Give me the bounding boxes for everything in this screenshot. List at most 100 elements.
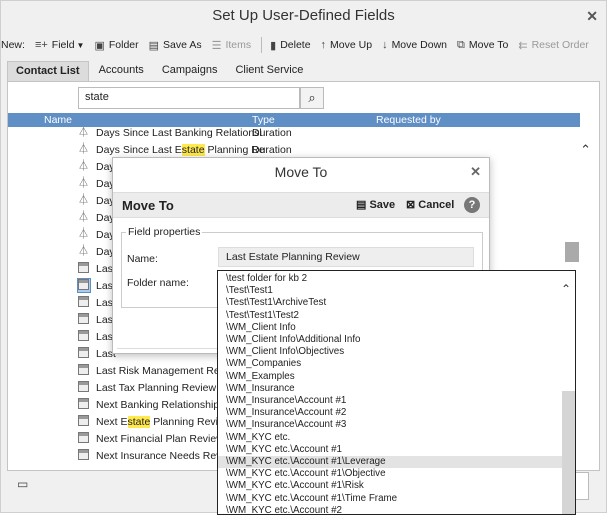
beaker-icon: ⏃	[78, 177, 89, 189]
arrow-down-icon: ↓	[382, 39, 388, 51]
folder-option[interactable]: \WM_Examples	[218, 371, 562, 383]
calendar-icon	[78, 364, 90, 377]
row-name: Days Since Last Estate Planning Re	[96, 144, 265, 156]
folder-option[interactable]: \WM_KYC etc.\Account #2	[218, 505, 562, 514]
calendar-icon	[77, 278, 91, 293]
help-icon[interactable]: ?	[464, 197, 480, 213]
folder-option[interactable]: \WM_KYC etc.\Account #1\Leverage	[218, 456, 562, 468]
beaker-icon: ⏃	[78, 127, 89, 138]
search-input[interactable]: state	[78, 87, 300, 109]
column-type[interactable]: Type	[252, 113, 275, 127]
table-row[interactable]: ⏃ Days Since Last Banking Relationsl Durat…	[8, 127, 580, 142]
folder-option[interactable]: \WM_Companies	[218, 358, 562, 370]
delete-button[interactable]: ▮ Delete	[270, 39, 310, 52]
dialog-cancel-button[interactable]: ⊠ Cancel	[406, 198, 454, 211]
folder-option[interactable]: \WM_KYC etc.\Account #1\Objective	[218, 468, 562, 480]
folder-option[interactable]: \WM_Client Info\Objectives	[218, 346, 562, 358]
new-label-text: New:	[1, 39, 25, 51]
search-highlight: state	[127, 416, 151, 428]
tab-client-service[interactable]: Client Service	[227, 61, 311, 81]
dialog-heading: Move To	[122, 198, 174, 213]
search-icon: ⌕	[308, 90, 316, 105]
beaker-icon: ⏃	[78, 160, 89, 172]
folder-option[interactable]: \WM_KYC etc.\Account #1\Time Frame	[218, 493, 562, 505]
row-name: Last Risk Management Revi	[96, 365, 227, 377]
toolbar: New: ≡+ Field ▼ ▣ Folder ▤ Save As ☰ Items ▮ D…	[1, 33, 606, 57]
beaker-icon: ⏃	[78, 211, 89, 223]
folder-option[interactable]: \Test\Test1\Test2	[218, 310, 562, 322]
beaker-icon: ⏃	[78, 245, 89, 257]
move-down-label: Move Down	[391, 39, 448, 51]
folder-option[interactable]: \test folder for kb 2	[218, 273, 562, 285]
preview-icon[interactable]: ▭	[17, 477, 28, 491]
folder-option[interactable]: \Test\Test1	[218, 285, 562, 297]
dialog-save-label: Save	[369, 199, 396, 211]
folder-option[interactable]: \WM_Insurance	[218, 383, 562, 395]
folder-option[interactable]: \WM_Client Info\Additional Info	[218, 334, 562, 346]
move-to-icon: ⧉	[457, 38, 465, 51]
calendar-icon	[78, 262, 90, 275]
folder-icon: ▣	[94, 39, 105, 52]
calendar-icon	[78, 432, 90, 445]
cancel-icon: ⊠	[406, 199, 416, 211]
calendar-icon	[78, 415, 90, 428]
row-name: Next Insurance Needs Revi	[96, 450, 224, 462]
folder-option[interactable]: \WM_Insurance\Account #2	[218, 407, 562, 419]
folder-option[interactable]: \WM_KYC etc.\Account #1\Risk	[218, 480, 562, 492]
move-to-button[interactable]: ⧉ Move To	[457, 39, 508, 52]
move-to-label: Move To	[468, 39, 509, 51]
name-field: Last Estate Planning Review	[218, 247, 474, 267]
row-name-text: Next E	[96, 416, 128, 428]
row-name-text: Next Banking Relationship I	[96, 399, 225, 411]
items-label: Items	[225, 39, 252, 51]
reset-order-button[interactable]: ⇇ Reset Order	[518, 39, 588, 52]
row-name-text: Days Since Last E	[96, 144, 182, 156]
folder-option[interactable]: \WM_Insurance\Account #3	[218, 419, 562, 431]
save-as-button[interactable]: ▤ Save As	[149, 39, 202, 52]
row-name-text: Days Since Last Banking Relationsl	[96, 127, 262, 139]
folder-option[interactable]: \Test\Test1\ArchiveTest	[218, 297, 562, 309]
close-icon[interactable]: ✕	[470, 164, 481, 180]
folder-option[interactable]: \WM_Insurance\Account #1	[218, 395, 562, 407]
folder-option[interactable]: \WM_KYC etc.	[218, 432, 562, 444]
column-name[interactable]: Name	[44, 113, 72, 127]
scrollbar-thumb[interactable]	[565, 242, 579, 262]
folder-dropdown-list[interactable]: \WM_KYC etc.\Account #2 \WM_KYC etc.\Acco…	[217, 270, 576, 515]
folder-name-label: Folder name:	[127, 277, 189, 289]
window-title: Set Up User-Defined Fields	[212, 7, 395, 24]
close-icon[interactable]: ✕	[586, 8, 598, 25]
tab-accounts[interactable]: Accounts	[91, 61, 152, 81]
search-button[interactable]: ⌕	[300, 87, 324, 109]
row-name-text: Next Financial Plan Review	[96, 433, 224, 445]
move-up-button[interactable]: ↑ Move Up	[321, 39, 373, 51]
row-name: Next Estate Planning Review	[96, 416, 231, 428]
reset-order-icon: ⇇	[518, 39, 528, 52]
name-label: Name:	[127, 253, 158, 265]
dialog-cancel-label: Cancel	[418, 199, 455, 211]
scroll-up-icon[interactable]: ⌃	[580, 142, 591, 158]
new-folder-button[interactable]: ▣ Folder	[94, 39, 138, 52]
row-type: Duration	[252, 127, 292, 139]
footer-control[interactable]	[575, 472, 589, 500]
grid-header: Name Type Requested by	[8, 113, 580, 127]
new-folder-label: Folder	[108, 39, 139, 51]
move-down-button[interactable]: ↓ Move Down	[382, 39, 447, 51]
chevron-up-icon[interactable]: ⌃	[561, 282, 571, 296]
dropdown-scrollbar[interactable]	[562, 391, 575, 514]
column-requested-by[interactable]: Requested by	[376, 113, 441, 127]
reset-order-label: Reset Order	[531, 39, 589, 51]
new-field-button[interactable]: ≡+ Field ▼	[35, 39, 85, 51]
items-button[interactable]: ☰ Items	[212, 39, 252, 52]
calendar-icon	[78, 296, 90, 309]
dialog-save-button[interactable]: ▤ Save	[356, 198, 395, 211]
calendar-icon	[78, 381, 90, 394]
tab-contact-list[interactable]: Contact List	[7, 61, 89, 81]
tab-campaigns[interactable]: Campaigns	[154, 61, 226, 81]
row-name-text: Next Insurance Needs Revi	[96, 450, 224, 462]
folder-option[interactable]: \WM_Client Info	[218, 322, 562, 334]
dialog-title: Move To	[274, 164, 328, 180]
items-list-icon: ☰	[211, 39, 222, 52]
calendar-icon	[78, 313, 90, 326]
trash-icon: ▮	[270, 39, 277, 52]
folder-option[interactable]: \WM_KYC etc.\Account #1	[218, 444, 562, 456]
